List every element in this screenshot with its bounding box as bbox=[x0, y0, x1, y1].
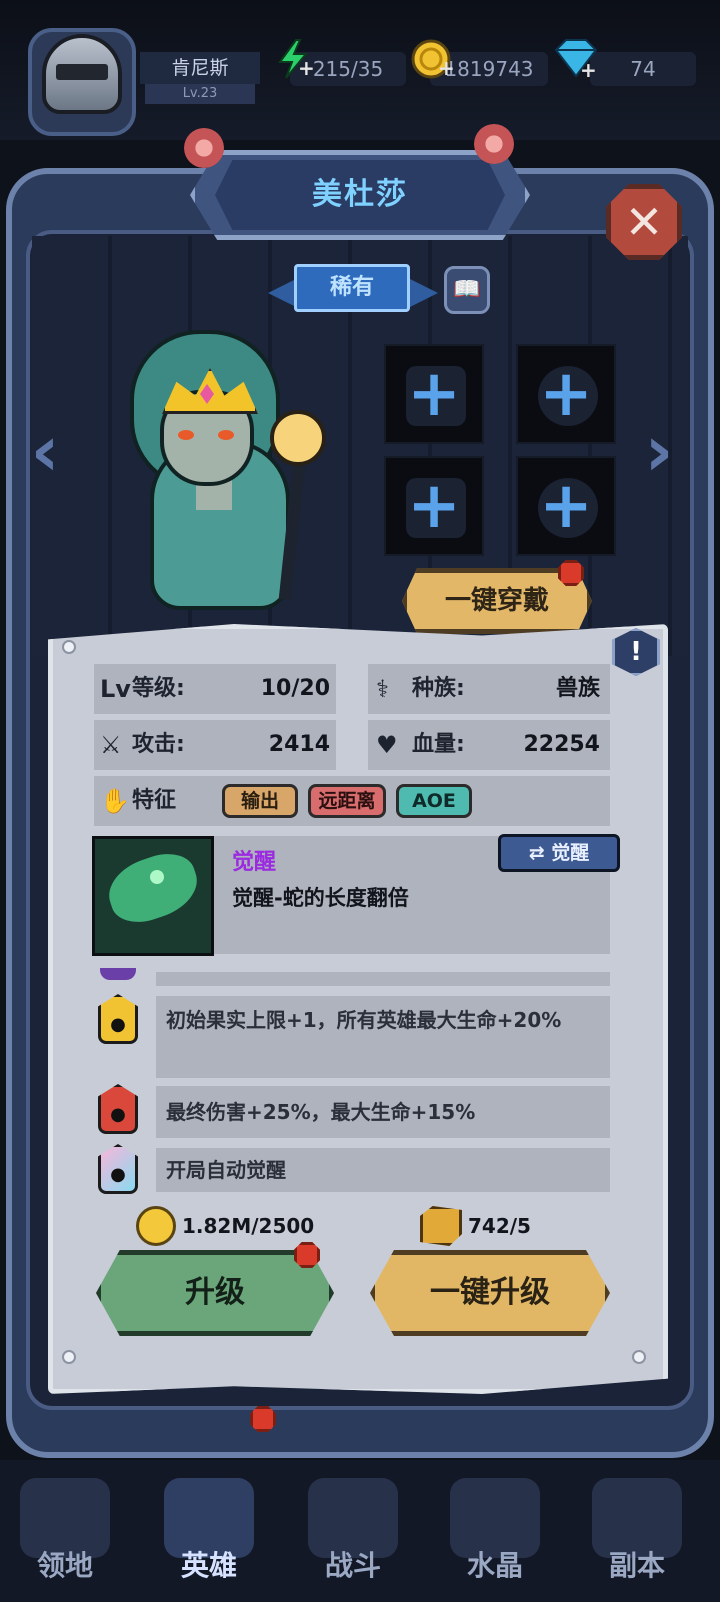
equip-slot-ring[interactable]: + bbox=[516, 456, 616, 556]
perk-text-3: 开局自动觉醒 bbox=[166, 1158, 286, 1182]
notification-dot bbox=[558, 560, 584, 586]
sword-icon: ⚔ bbox=[100, 731, 122, 759]
plus-icon: + bbox=[407, 469, 461, 543]
ore-cost: 742/5 bbox=[468, 1214, 531, 1238]
level-label: 等级: bbox=[132, 676, 185, 701]
hp-label: 血量: bbox=[412, 732, 465, 757]
rivet bbox=[62, 1350, 76, 1364]
gem-value: 74 bbox=[630, 57, 656, 81]
nav-heroes[interactable]: 英雄 bbox=[144, 1470, 274, 1600]
heart-icon: ♥ bbox=[376, 731, 398, 759]
trait-tag-output: 输出 bbox=[222, 784, 298, 818]
dna-icon: ⚕ bbox=[376, 675, 389, 703]
rivet bbox=[62, 640, 76, 654]
prev-hero-button[interactable]: ‹ bbox=[26, 406, 64, 496]
hero-eye bbox=[218, 430, 234, 440]
attack-stat: ⚔ 攻击: 2414 bbox=[94, 720, 336, 770]
chevron-left-icon: ‹ bbox=[30, 410, 60, 492]
level-stat: Lv 等级: 10/20 bbox=[94, 664, 336, 714]
purple-lock-partial-icon bbox=[100, 968, 136, 980]
plus-icon: + bbox=[539, 357, 593, 431]
skill-name: 觉醒 bbox=[232, 850, 277, 875]
rivet bbox=[632, 1350, 646, 1364]
nav-battle-label: 战斗 bbox=[324, 1549, 381, 1582]
rarity-badge: 稀有 bbox=[294, 264, 410, 312]
plus-icon: + bbox=[438, 56, 455, 80]
gold-cost: 1.82M/2500 bbox=[182, 1214, 315, 1238]
trait-tag-aoe: AOE bbox=[396, 784, 472, 818]
energy-plus-button[interactable]: + bbox=[272, 38, 315, 80]
hand-icon: ✋ bbox=[100, 787, 130, 815]
hero-eye bbox=[178, 430, 194, 440]
gem-plus-button[interactable]: + bbox=[552, 38, 598, 82]
awaken-toggle-button[interactable]: ⇄ 觉醒 bbox=[498, 834, 620, 872]
close-icon: ✕ bbox=[624, 195, 664, 249]
perk-row-3: 开局自动觉醒 bbox=[156, 1148, 610, 1192]
coin-icon bbox=[136, 1206, 176, 1246]
nav-crystal-label: 水晶 bbox=[466, 1549, 523, 1582]
snake-eye bbox=[150, 870, 164, 884]
swap-arrows-icon: ⇄ bbox=[528, 842, 545, 864]
plus-icon: + bbox=[539, 469, 593, 543]
perk-row-1: 初始果实上限+1，所有英雄最大生命+20% bbox=[156, 996, 610, 1078]
skill-description: 觉醒-蛇的长度翻倍 bbox=[232, 886, 409, 910]
nav-territory[interactable]: 领地 bbox=[0, 1470, 130, 1600]
perk-text-2: 最终伤害+25%，最大生命+15% bbox=[166, 1100, 476, 1124]
plus-icon: + bbox=[407, 357, 461, 431]
player-name: 肯尼斯 bbox=[140, 52, 260, 84]
upgrade-all-label[interactable]: 一键升级 bbox=[370, 1250, 610, 1336]
nav-dungeon-label: 副本 bbox=[608, 1549, 665, 1582]
awaken-button-label: 觉醒 bbox=[551, 842, 590, 864]
gold-plus-button[interactable]: + bbox=[410, 38, 455, 80]
exclamation-icon: ! bbox=[630, 637, 642, 667]
equip-slot-armor[interactable]: + bbox=[384, 456, 484, 556]
plus-icon: + bbox=[298, 56, 315, 80]
hp-stat: ♥ 血量: 22254 bbox=[368, 720, 610, 770]
equip-slot-weapon[interactable]: + bbox=[384, 344, 484, 444]
hp-value: 22254 bbox=[523, 732, 600, 757]
attack-value: 2414 bbox=[268, 732, 330, 757]
race-value: 兽族 bbox=[555, 676, 600, 701]
race-label: 种族: bbox=[412, 676, 465, 701]
helmet-visor bbox=[56, 64, 108, 80]
hero-name-title: 美杜莎 bbox=[312, 177, 408, 212]
book-icon: 📖 bbox=[453, 277, 481, 302]
gem-bar: 74 bbox=[590, 52, 696, 86]
level-icon: Lv bbox=[100, 675, 131, 703]
traits-label: 特征 bbox=[132, 788, 177, 813]
perk-row-2: 最终伤害+25%，最大生命+15% bbox=[156, 1086, 610, 1138]
attack-label: 攻击: bbox=[132, 732, 185, 757]
staff-orb bbox=[270, 410, 326, 466]
next-hero-button[interactable]: › bbox=[640, 406, 678, 496]
nav-heroes-label: 英雄 bbox=[180, 1549, 237, 1582]
equip-slot-helmet[interactable]: + bbox=[516, 344, 616, 444]
notification-dot bbox=[294, 1242, 320, 1268]
rose-icon bbox=[184, 128, 224, 168]
notification-dot bbox=[250, 1406, 276, 1432]
nav-dungeon[interactable]: 副本 bbox=[572, 1470, 702, 1600]
race-stat: ⚕ 种族: 兽族 bbox=[368, 664, 610, 714]
hero-info-book-button[interactable]: 📖 bbox=[444, 266, 490, 314]
perk-text-1: 初始果实上限+1，所有英雄最大生命+20% bbox=[166, 1008, 562, 1032]
perk-row-partial bbox=[156, 972, 610, 986]
player-level: Lv.23 bbox=[145, 84, 255, 104]
nav-territory-label: 领地 bbox=[36, 1549, 93, 1582]
chevron-right-icon: › bbox=[644, 410, 674, 492]
nav-crystal[interactable]: 水晶 bbox=[430, 1470, 560, 1600]
trait-tag-ranged: 远距离 bbox=[308, 784, 386, 818]
rose-icon bbox=[474, 124, 514, 164]
plus-icon: + bbox=[580, 58, 597, 82]
nav-battle[interactable]: 战斗 bbox=[288, 1470, 418, 1600]
level-value: 10/20 bbox=[260, 676, 330, 701]
